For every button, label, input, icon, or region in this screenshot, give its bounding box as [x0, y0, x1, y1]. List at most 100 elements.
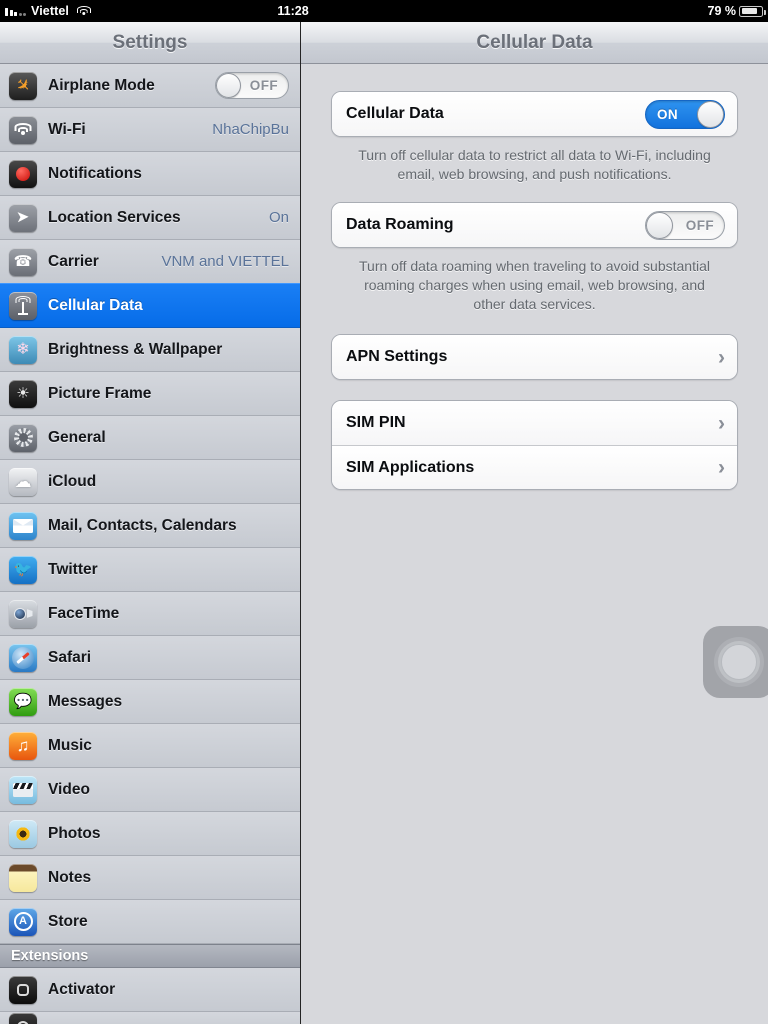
sidebar-item-label: Cellular Data — [48, 296, 143, 314]
status-clock: 11:28 — [277, 4, 309, 18]
sidebar-item-cellular-data[interactable]: Cellular Data — [0, 283, 300, 328]
phone-handset-icon: ☎ — [9, 247, 37, 276]
sidebar-item-label: Mail, Contacts, Calendars — [48, 516, 237, 534]
sidebar-item-activator[interactable]: Activator — [0, 968, 300, 1012]
cellular-data-row[interactable]: Cellular Data ON — [332, 92, 737, 136]
sidebar-list[interactable]: ✈ Airplane Mode OFF Wi-Fi NhaChipBu Noti… — [0, 64, 300, 1024]
twitter-bird-icon: 🐦 — [9, 555, 37, 584]
chevron-right-icon: › — [718, 456, 725, 479]
cell-tower-icon — [9, 291, 37, 320]
sidebar-item-brightness-wallpaper[interactable]: ❄ Brightness & Wallpaper — [0, 328, 300, 372]
row-label: Cellular Data — [346, 105, 444, 122]
assistive-touch-ring-inner — [718, 641, 760, 683]
chevron-right-icon: › — [718, 345, 725, 369]
assistive-touch-button[interactable] — [703, 626, 768, 698]
airplane-mode-toggle[interactable]: OFF — [215, 72, 289, 99]
picture-frame-icon: ☀ — [9, 379, 37, 408]
sidebar-item-notifications[interactable]: Notifications — [0, 152, 300, 196]
sidebar-item-label: Location Services — [48, 208, 181, 226]
sidebar-item-label: Brightness & Wallpaper — [48, 340, 223, 358]
mail-icon — [9, 511, 37, 540]
sidebar-item-photos[interactable]: Photos — [0, 812, 300, 856]
status-bar-center: 11:28 — [0, 4, 768, 18]
sidebar-item-twitter[interactable]: 🐦 Twitter — [0, 548, 300, 592]
facetime-camera-icon — [9, 599, 37, 628]
sidebar-item-label: iCloud — [48, 472, 97, 490]
music-note-icon: ♫ — [9, 731, 37, 760]
sidebar-item-label: Airplane Mode — [48, 76, 155, 94]
sidebar-item-music[interactable]: ♫ Music — [0, 724, 300, 768]
messages-bubble-icon: 💬 — [9, 687, 37, 716]
sidebar-item-safari[interactable]: Safari — [0, 636, 300, 680]
sidebar-item-general[interactable]: General — [0, 416, 300, 460]
settings-content: Cellular Data ON Turn off cellular data … — [301, 64, 768, 1024]
sidebar-item-label: Activator — [48, 980, 116, 998]
cellular-data-card: Cellular Data ON — [331, 91, 738, 137]
app-store-icon: A — [9, 907, 37, 936]
cellular-data-footnote: Turn off cellular data to restrict all d… — [358, 147, 711, 182]
sidebar-item-video[interactable]: Video — [0, 768, 300, 812]
sidebar-item-location-services[interactable]: ➤ Location Services On — [0, 196, 300, 240]
assistive-touch-core — [721, 644, 757, 680]
sidebar-item-label: Music — [48, 736, 92, 754]
cellular-data-panel: Cellular Data Cellular Data ON Turn off … — [301, 22, 768, 1024]
cloud-icon: ☁ — [9, 467, 37, 496]
sidebar-item-label: Wi-Fi — [48, 120, 86, 138]
sidebar-item-airplane-mode[interactable]: ✈ Airplane Mode OFF — [0, 64, 300, 108]
video-clapper-icon — [9, 775, 37, 804]
toggle-state-label: OFF — [685, 217, 714, 233]
apn-settings-card: APN Settings › — [331, 334, 738, 380]
settings-sidebar: Settings ✈ Airplane Mode OFF Wi-Fi NhaCh… — [0, 22, 301, 1024]
row-label: APN Settings — [346, 348, 448, 365]
sidebar-item-notes[interactable]: Notes — [0, 856, 300, 900]
activator-icon — [9, 975, 37, 1004]
sidebar-item-label: Store — [48, 912, 88, 930]
gear-icon — [9, 423, 37, 452]
cellular-data-toggle[interactable]: ON — [645, 99, 725, 129]
sidebar-item-label: Safari — [48, 648, 92, 666]
data-roaming-card: Data Roaming OFF — [331, 202, 738, 248]
data-roaming-row[interactable]: Data Roaming OFF — [332, 203, 737, 247]
airplane-icon: ✈ — [9, 71, 37, 100]
app-icon — [9, 1013, 37, 1024]
sim-applications-row[interactable]: SIM Applications › — [332, 445, 737, 489]
sidebar-item-carrier[interactable]: ☎ Carrier VNM and VIETTEL — [0, 240, 300, 284]
page-title: Cellular Data — [301, 22, 768, 64]
data-roaming-toggle[interactable]: OFF — [645, 210, 725, 240]
sidebar-item-picture-frame[interactable]: ☀ Picture Frame — [0, 372, 300, 416]
battery-icon — [739, 5, 766, 17]
toggle-state-label: ON — [657, 106, 679, 122]
toggle-knob — [216, 73, 241, 98]
notes-pad-icon — [9, 863, 37, 892]
toggle-state-label: OFF — [249, 78, 278, 93]
toggle-knob — [697, 100, 724, 128]
photos-flower-icon — [9, 819, 37, 848]
sidebar-item-label: Picture Frame — [48, 384, 152, 402]
sidebar-title: Settings — [0, 22, 300, 64]
sim-pin-row[interactable]: SIM PIN › — [332, 401, 737, 445]
sidebar-item-facetime[interactable]: FaceTime — [0, 592, 300, 636]
apn-settings-row[interactable]: APN Settings › — [332, 335, 737, 379]
sidebar-section-header-extensions: Extensions — [0, 944, 300, 968]
sim-card-group: SIM PIN › SIM Applications › — [331, 400, 738, 490]
sidebar-item-store[interactable]: A Store — [0, 900, 300, 944]
row-label: SIM PIN — [346, 414, 406, 431]
location-arrow-icon: ➤ — [9, 203, 37, 232]
sidebar-item-label: Video — [48, 780, 90, 798]
split-view: Settings ✈ Airplane Mode OFF Wi-Fi NhaCh… — [0, 22, 768, 1024]
sidebar-item-mail-contacts-calendars[interactable]: Mail, Contacts, Calendars — [0, 504, 300, 548]
chevron-right-icon: › — [718, 411, 725, 435]
sidebar-item-partial[interactable] — [0, 1012, 300, 1024]
sidebar-item-label: Twitter — [48, 560, 98, 578]
sidebar-item-wi-fi[interactable]: Wi-Fi NhaChipBu — [0, 108, 300, 152]
row-label: Data Roaming — [346, 216, 454, 233]
data-roaming-footnote: Turn off data roaming when traveling to … — [359, 258, 710, 312]
sidebar-item-label: FaceTime — [48, 604, 120, 622]
brightness-wallpaper-icon: ❄ — [9, 335, 37, 364]
sidebar-item-icloud[interactable]: ☁ iCloud — [0, 460, 300, 504]
safari-compass-icon — [9, 643, 37, 672]
sidebar-item-messages[interactable]: 💬 Messages — [0, 680, 300, 724]
sidebar-item-label: Messages — [48, 692, 123, 710]
notifications-icon — [9, 159, 37, 188]
sidebar-item-value: On — [268, 209, 289, 226]
